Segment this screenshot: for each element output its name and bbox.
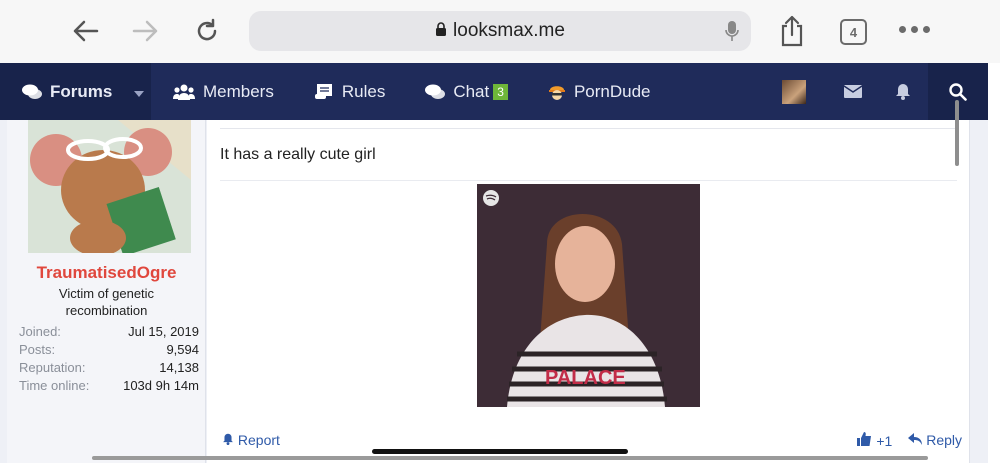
tabs-button[interactable]: 4 — [840, 19, 867, 45]
bell-icon — [223, 433, 233, 445]
stat-reputation: Reputation: 14,138 — [19, 360, 199, 378]
spotify-embed-image[interactable]: PALACE — [477, 184, 700, 407]
tab-porndude[interactable]: PornDude — [526, 63, 669, 120]
username-link[interactable]: TraumatisedOgre — [7, 263, 206, 283]
chat-count-badge: 3 — [493, 83, 508, 100]
tab-label: Chat — [453, 81, 490, 101]
report-label: Report — [237, 432, 280, 448]
post-divider — [220, 180, 957, 181]
home-indicator[interactable] — [372, 449, 628, 454]
reply-arrow-icon — [908, 433, 923, 445]
microphone-icon[interactable] — [725, 20, 739, 48]
user-avatar[interactable] — [28, 120, 191, 253]
like-count: +1 — [876, 433, 893, 449]
address-bar[interactable]: looksmax.me — [249, 11, 751, 51]
forward-arrow-icon[interactable] — [129, 14, 163, 48]
porndude-logo-icon — [548, 83, 566, 101]
back-arrow-icon[interactable] — [68, 14, 102, 48]
stat-joined: Joined: Jul 15, 2019 — [19, 324, 199, 342]
chat-bubbles-icon — [425, 84, 446, 100]
chat-bubbles-icon — [22, 84, 42, 100]
stat-posts: Posts: 9,594 — [19, 342, 199, 360]
reply-button[interactable]: Reply — [908, 432, 962, 449]
vertical-scrollbar[interactable] — [955, 100, 959, 166]
tab-forums[interactable]: Forums — [0, 63, 151, 120]
reply-label: Reply — [926, 432, 962, 448]
stat-value: 14,138 — [159, 360, 199, 375]
more-icon[interactable] — [899, 26, 930, 33]
tab-label: Rules — [341, 81, 386, 101]
chevron-down-icon[interactable] — [134, 82, 145, 102]
reload-icon[interactable] — [190, 14, 224, 48]
envelope-icon[interactable] — [828, 85, 878, 98]
lock-icon — [435, 20, 447, 42]
stat-label: Joined: — [19, 324, 61, 339]
browser-toolbar: looksmax.me 4 — [0, 0, 1000, 63]
stat-value: 9,594 — [166, 342, 199, 357]
site-navigation: Forums Members Rules Chat 3 PornDude — [0, 63, 988, 120]
report-link[interactable]: Report — [222, 432, 280, 449]
account-avatar[interactable] — [782, 79, 806, 104]
post-user-info: TraumatisedOgre Victim of genetic recomb… — [7, 120, 206, 463]
tab-label: Members — [203, 81, 274, 101]
tab-rules[interactable]: Rules — [292, 63, 403, 120]
stat-value: Jul 15, 2019 — [128, 324, 199, 339]
bell-icon[interactable] — [878, 83, 928, 100]
post-body: It has a really cute girl PALACE Report — [207, 120, 970, 463]
tab-members[interactable]: Members — [151, 63, 292, 120]
tab-chat[interactable]: Chat 3 — [403, 63, 526, 120]
tab-label: Forums — [50, 81, 113, 101]
thumbs-up-icon — [857, 432, 872, 446]
stat-label: Reputation: — [19, 360, 86, 375]
post-actions: Report +1 Reply — [222, 432, 962, 449]
stat-value: 103d 9h 14m — [123, 378, 199, 393]
post-message: It has a really cute girl — [220, 146, 376, 163]
user-stats: Joined: Jul 15, 2019 Posts: 9,594 Reputati… — [19, 324, 199, 396]
thread-content: TraumatisedOgre Victim of genetic recomb… — [0, 120, 988, 463]
stat-time-online: Time online: 103d 9h 14m — [19, 378, 199, 396]
stat-label: Time online: — [19, 378, 90, 393]
horizontal-scrollbar[interactable] — [92, 456, 928, 460]
like-button[interactable]: +1 — [857, 432, 892, 449]
tab-label: PornDude — [573, 81, 651, 101]
post-divider — [220, 128, 957, 129]
user-title: Victim of genetic recombination — [58, 286, 155, 318]
embed-palace-text: PALACE — [545, 367, 626, 389]
scroll-icon — [314, 83, 334, 100]
stat-label: Posts: — [19, 342, 56, 357]
url-text: looksmax.me — [453, 20, 565, 41]
share-icon[interactable] — [775, 14, 809, 48]
users-icon — [173, 84, 195, 100]
